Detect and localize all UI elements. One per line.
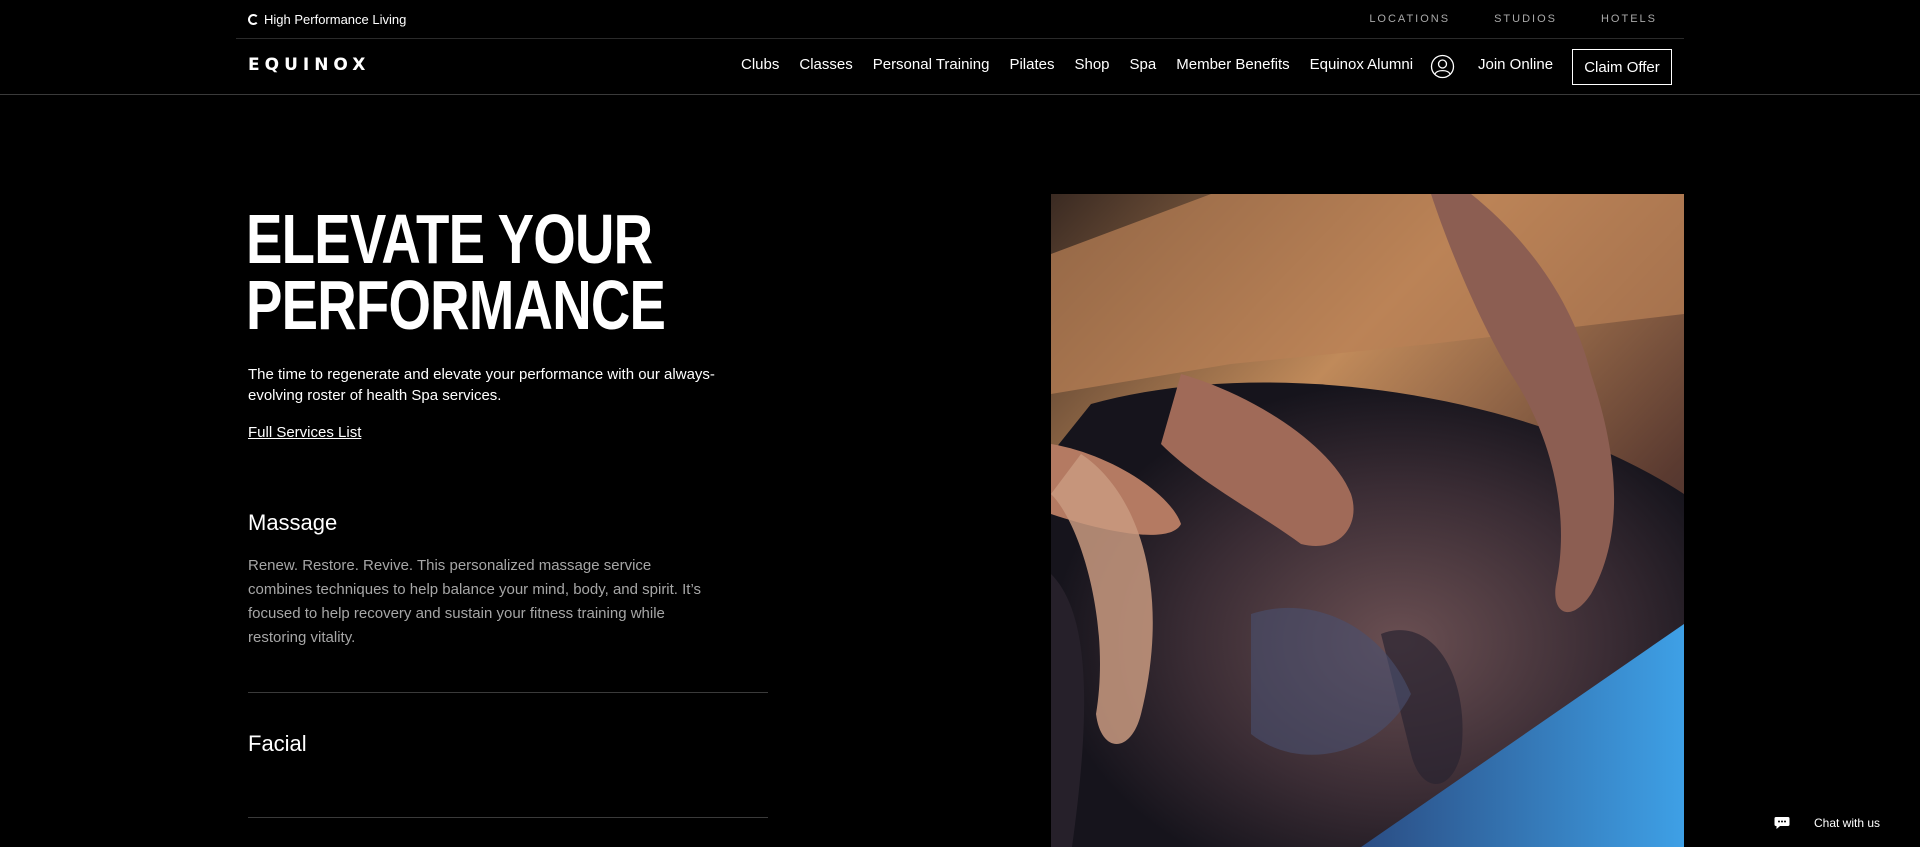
massage-description: Renew. Restore. Revive. This personalize… (248, 557, 702, 646)
brand-tagline-label: High Performance Living (264, 12, 407, 27)
join-online-link[interactable]: Join Online (1478, 56, 1553, 73)
brand-tagline[interactable]: High Performance Living (248, 12, 406, 27)
claim-offer-button[interactable]: Claim Offer (1572, 49, 1672, 85)
page-title-line-2: PERFORMANCE (246, 266, 666, 344)
chat-bubble-icon (1774, 817, 1790, 829)
page: High Performance Living LOCATIONS STUDIO… (0, 0, 1920, 847)
page-title: ELEVATE YOUR PERFORMANCE (246, 200, 666, 344)
massage-accordion-title[interactable]: Massage (248, 510, 337, 536)
nav-links: Clubs Classes Personal Training Pilates … (741, 56, 1433, 73)
utility-links: LOCATIONS STUDIOS HOTELS (1369, 13, 1657, 25)
hero-description: The time to regenerate and elevate your … (248, 366, 715, 404)
nav-item-spa[interactable]: Spa (1130, 56, 1157, 73)
massage-photo (1051, 194, 1684, 847)
nav-item-clubs[interactable]: Clubs (741, 56, 779, 73)
nav-item-equinox-alumni[interactable]: Equinox Alumni (1310, 56, 1413, 73)
main-nav: EQUINOX Clubs Classes Personal Training … (0, 39, 1920, 95)
circle-logo-icon (248, 14, 259, 25)
page-title-line-1: ELEVATE YOUR (246, 200, 653, 278)
chat-label: Chat with us (1814, 816, 1881, 830)
full-services-link[interactable]: Full Services List (248, 424, 361, 441)
facial-accordion-title[interactable]: Facial (248, 731, 307, 757)
nav-item-pilates[interactable]: Pilates (1009, 56, 1054, 73)
nav-item-classes[interactable]: Classes (799, 56, 852, 73)
divider (248, 817, 768, 818)
nav-item-member-benefits[interactable]: Member Benefits (1176, 56, 1289, 73)
nav-item-personal-training[interactable]: Personal Training (873, 56, 990, 73)
utility-bar: High Performance Living LOCATIONS STUDIO… (236, 0, 1684, 39)
studios-link[interactable]: STUDIOS (1494, 13, 1557, 25)
hotels-link[interactable]: HOTELS (1601, 13, 1657, 25)
nav-item-shop[interactable]: Shop (1074, 56, 1109, 73)
locations-link[interactable]: LOCATIONS (1369, 13, 1450, 25)
account-icon[interactable] (1430, 54, 1455, 79)
divider (248, 692, 768, 693)
chat-widget[interactable]: Chat with us (1774, 816, 1880, 830)
equinox-logo[interactable]: EQUINOX (248, 55, 370, 75)
